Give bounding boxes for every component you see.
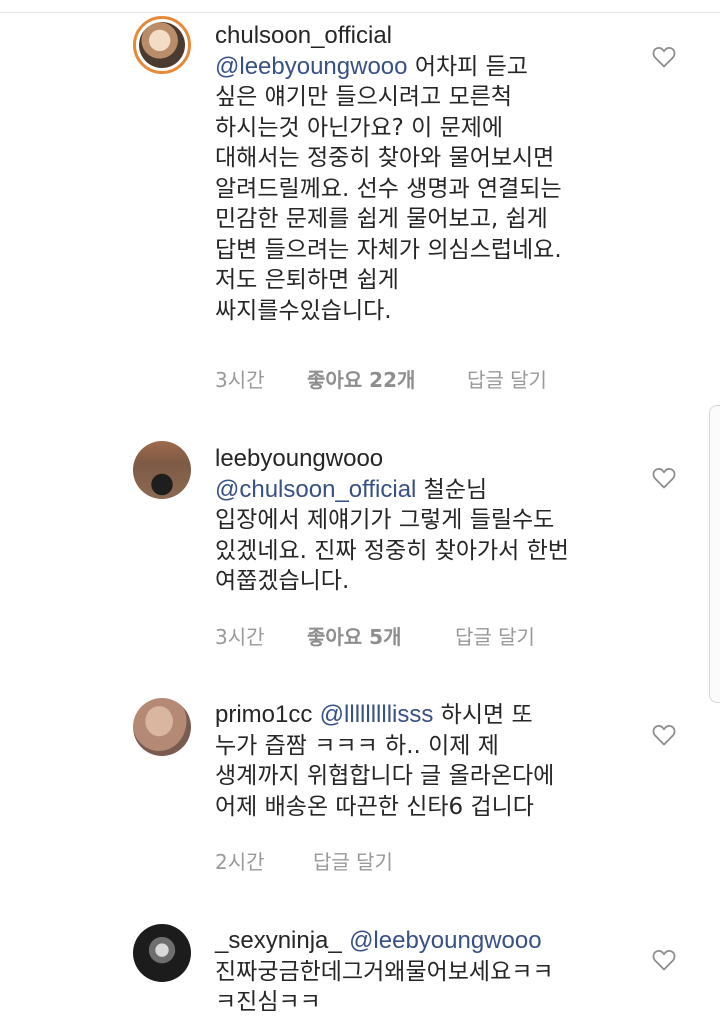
comment-text-line: 저도 은퇴하면 쉽게: [215, 267, 399, 293]
comment-text-line: 싶은 얘기만 들으시려고 모른척: [215, 84, 513, 110]
comment-time: 3시간: [215, 625, 265, 649]
comment-body: chulsoon_official @leebyoungwooo 어차피 듣고 …: [215, 21, 635, 326]
comment-username[interactable]: chulsoon_official: [215, 22, 392, 49]
comment-text-line: 싸지를수있습니다.: [215, 297, 392, 324]
comment-text-line: 누가 즙짬 ㅋㅋㅋ 하.. 이제 제: [215, 732, 499, 759]
comment-text-line: ㅋ진심ㅋㅋ: [215, 989, 321, 1015]
comment-mention[interactable]: @leebyoungwooo: [349, 927, 542, 954]
avatar[interactable]: [133, 441, 191, 499]
comment-body: primo1cc @lllllllllisss 하시면 또 누가 즙짬 ㅋㅋㅋ …: [215, 700, 635, 822]
comment-text-line: 있겠네요. 진짜 정중히 찾아가서 한번: [215, 537, 569, 564]
comment-text-line: 민감한 문제를 쉽게 물어보고, 쉽게: [215, 206, 548, 232]
comment-mention[interactable]: @chulsoon_official: [215, 476, 416, 503]
comment-text-line: 여쭙겠습니다.: [215, 568, 350, 594]
avatar[interactable]: [133, 924, 191, 982]
comment-meta: 2시간 답글 달기: [215, 846, 393, 875]
comment-body: _sexyninja_ @leebyoungwooo 진짜궁금한데그거왜물어보세…: [215, 926, 635, 1018]
comment-meta: 3시간 좋아요 22개 답글 달기: [215, 364, 547, 393]
comment-text: 어차피 듣고: [407, 53, 528, 80]
reply-button[interactable]: 답글 달기: [313, 846, 393, 875]
likes-count[interactable]: 좋아요 22개: [307, 364, 467, 393]
comment-username[interactable]: leebyoungwooo: [215, 445, 383, 472]
comment-username[interactable]: _sexyninja_: [215, 927, 342, 954]
comment-text-line: 답변 들으려는 자체가 의심스럽네요.: [215, 236, 562, 263]
heart-outline-icon[interactable]: [652, 46, 676, 68]
comment-text-line: 생계까지 위협합니다 글 올라온다에: [215, 763, 555, 789]
scroll-handle[interactable]: [709, 405, 720, 703]
comment-text-line: 대해서는 정중히 찾아와 물어보시면: [215, 145, 555, 171]
comment-meta: 3시간 좋아요 5개 답글 달기: [215, 621, 535, 650]
comment-mention[interactable]: @leebyoungwooo: [215, 53, 408, 80]
comment-body: leebyoungwooo @chulsoon_official 철순님 입장에…: [215, 444, 635, 597]
avatar[interactable]: [133, 16, 191, 74]
comment-time: 2시간: [215, 850, 265, 874]
comment-text-line: 알려드릴께요. 선수 생명과 연결되는: [215, 175, 562, 202]
comment-text-line: 입장에서 제얘기가 그렇게 들릴수도: [215, 507, 555, 533]
comment-text: 하시면 또: [433, 702, 533, 728]
reply-button[interactable]: 답글 달기: [467, 364, 547, 393]
heart-outline-icon[interactable]: [652, 467, 676, 489]
comment-text-line: 어제 배송온 따끈한 신타6 겁니다: [215, 793, 534, 820]
heart-outline-icon[interactable]: [652, 949, 676, 971]
reply-button[interactable]: 답글 달기: [455, 621, 535, 650]
top-divider: [0, 12, 720, 13]
comment-username[interactable]: primo1cc: [215, 701, 312, 728]
comment-text: 철순님: [416, 476, 488, 503]
comment-mention[interactable]: @lllllllllisss: [320, 701, 434, 728]
avatar[interactable]: [133, 698, 191, 756]
comment-text-line: 하시는것 아닌가요? 이 문제에: [215, 114, 504, 141]
comment-text-line: 진짜궁금한데그거왜물어보세요ㅋㅋ: [215, 958, 554, 985]
comment-time: 3시간: [215, 368, 265, 392]
heart-outline-icon[interactable]: [652, 724, 676, 746]
likes-count[interactable]: 좋아요 5개: [307, 621, 455, 650]
